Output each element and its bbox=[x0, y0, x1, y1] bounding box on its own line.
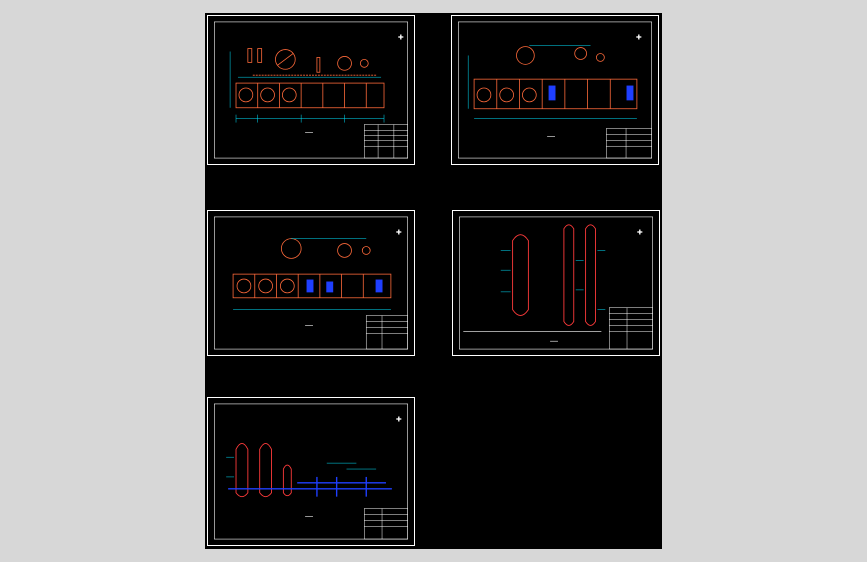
inner-frame bbox=[214, 21, 408, 159]
north-arrow-icon: ✚ bbox=[398, 34, 404, 42]
nozzle-callouts bbox=[226, 456, 377, 478]
drawing-sheet-1[interactable]: ✚ bbox=[207, 15, 415, 165]
drawing-sheet-4[interactable]: ✚ bbox=[452, 210, 660, 356]
drawing-sheet-3[interactable]: ✚ bbox=[207, 210, 415, 356]
sheet-4-graphics: ✚ bbox=[459, 216, 653, 350]
sheet-2-graphics: ✚ bbox=[458, 21, 652, 159]
north-arrow-icon: ✚ bbox=[396, 229, 402, 237]
title-block bbox=[609, 307, 653, 350]
title-block bbox=[365, 315, 408, 350]
drawing-sheet-2[interactable]: ✚ bbox=[451, 15, 659, 165]
sheet-1-graphics: ✚ bbox=[214, 21, 408, 159]
title-block bbox=[606, 128, 652, 159]
equipment-row bbox=[235, 48, 385, 109]
drawing-sheet-5[interactable]: ✚ bbox=[207, 397, 415, 546]
pump-symbols bbox=[548, 85, 634, 101]
dimension-lines bbox=[467, 45, 637, 119]
sheet-5-graphics: ✚ bbox=[214, 403, 408, 540]
north-arrow-icon: ✚ bbox=[396, 416, 402, 424]
vessels bbox=[512, 224, 596, 326]
north-arrow-icon: ✚ bbox=[636, 34, 642, 42]
title-block bbox=[364, 124, 408, 159]
drawing-canvas[interactable]: ✚ ✚ ✚ ✚ ✚ bbox=[205, 13, 662, 549]
sheet-3-graphics: ✚ bbox=[214, 216, 408, 350]
nozzle-callouts bbox=[500, 250, 606, 310]
title-block bbox=[364, 508, 408, 540]
pump-symbols bbox=[306, 279, 383, 293]
piping bbox=[228, 476, 392, 497]
north-arrow-icon: ✚ bbox=[637, 229, 643, 237]
